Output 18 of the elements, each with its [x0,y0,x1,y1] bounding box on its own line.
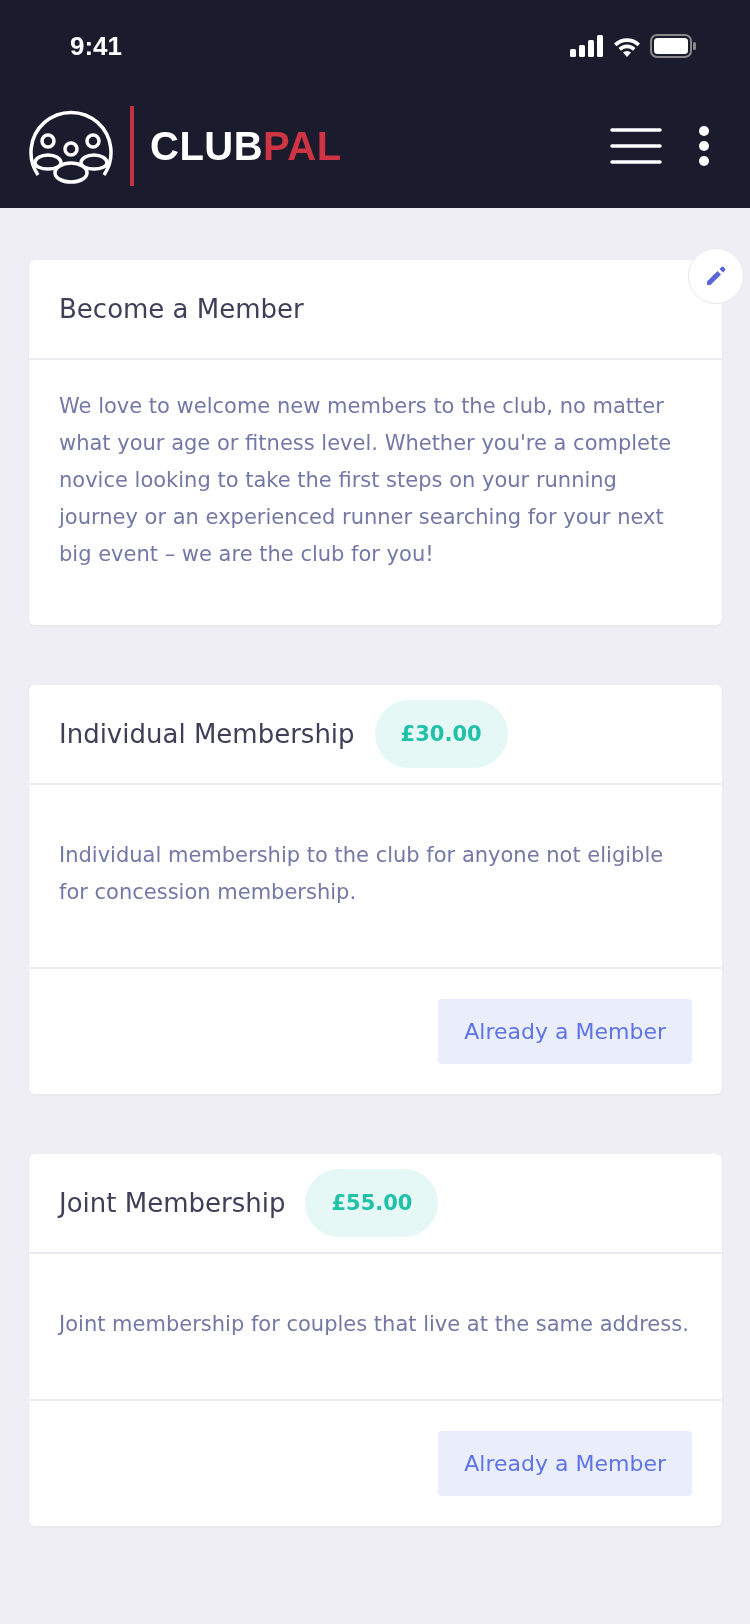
intro-text: We love to welcome new members to the club, no matter what your age or fitness level. Whether you're a complete novice looking to take the first steps on your running journey or an experienced runner searching for your next big event – we are the club for you! [59,393,673,568]
price-badge: £55.00 [305,1169,439,1237]
already-member-button[interactable]: Already a Member [438,999,692,1064]
wifi-icon [612,35,642,57]
pencil-icon [704,264,728,288]
brand-name: CLUBPAL [150,123,342,169]
card-title: Individual Membership [59,719,355,749]
membership-description: Joint membership for couples that live at the same address. [59,1311,690,1338]
card-title: Joint Membership [59,1188,286,1218]
battery-icon [650,34,696,58]
membership-description: Individual membership to the club for anyone not eligible for concession membership. [59,842,665,906]
menu-icon[interactable] [610,127,662,165]
price-badge: £30.00 [374,700,508,768]
card-title: Become a Member [59,294,304,324]
status-time: 9:41 [70,30,123,62]
already-member-button[interactable]: Already a Member [438,1431,692,1496]
signal-icon [570,35,604,57]
more-icon[interactable] [698,126,710,166]
